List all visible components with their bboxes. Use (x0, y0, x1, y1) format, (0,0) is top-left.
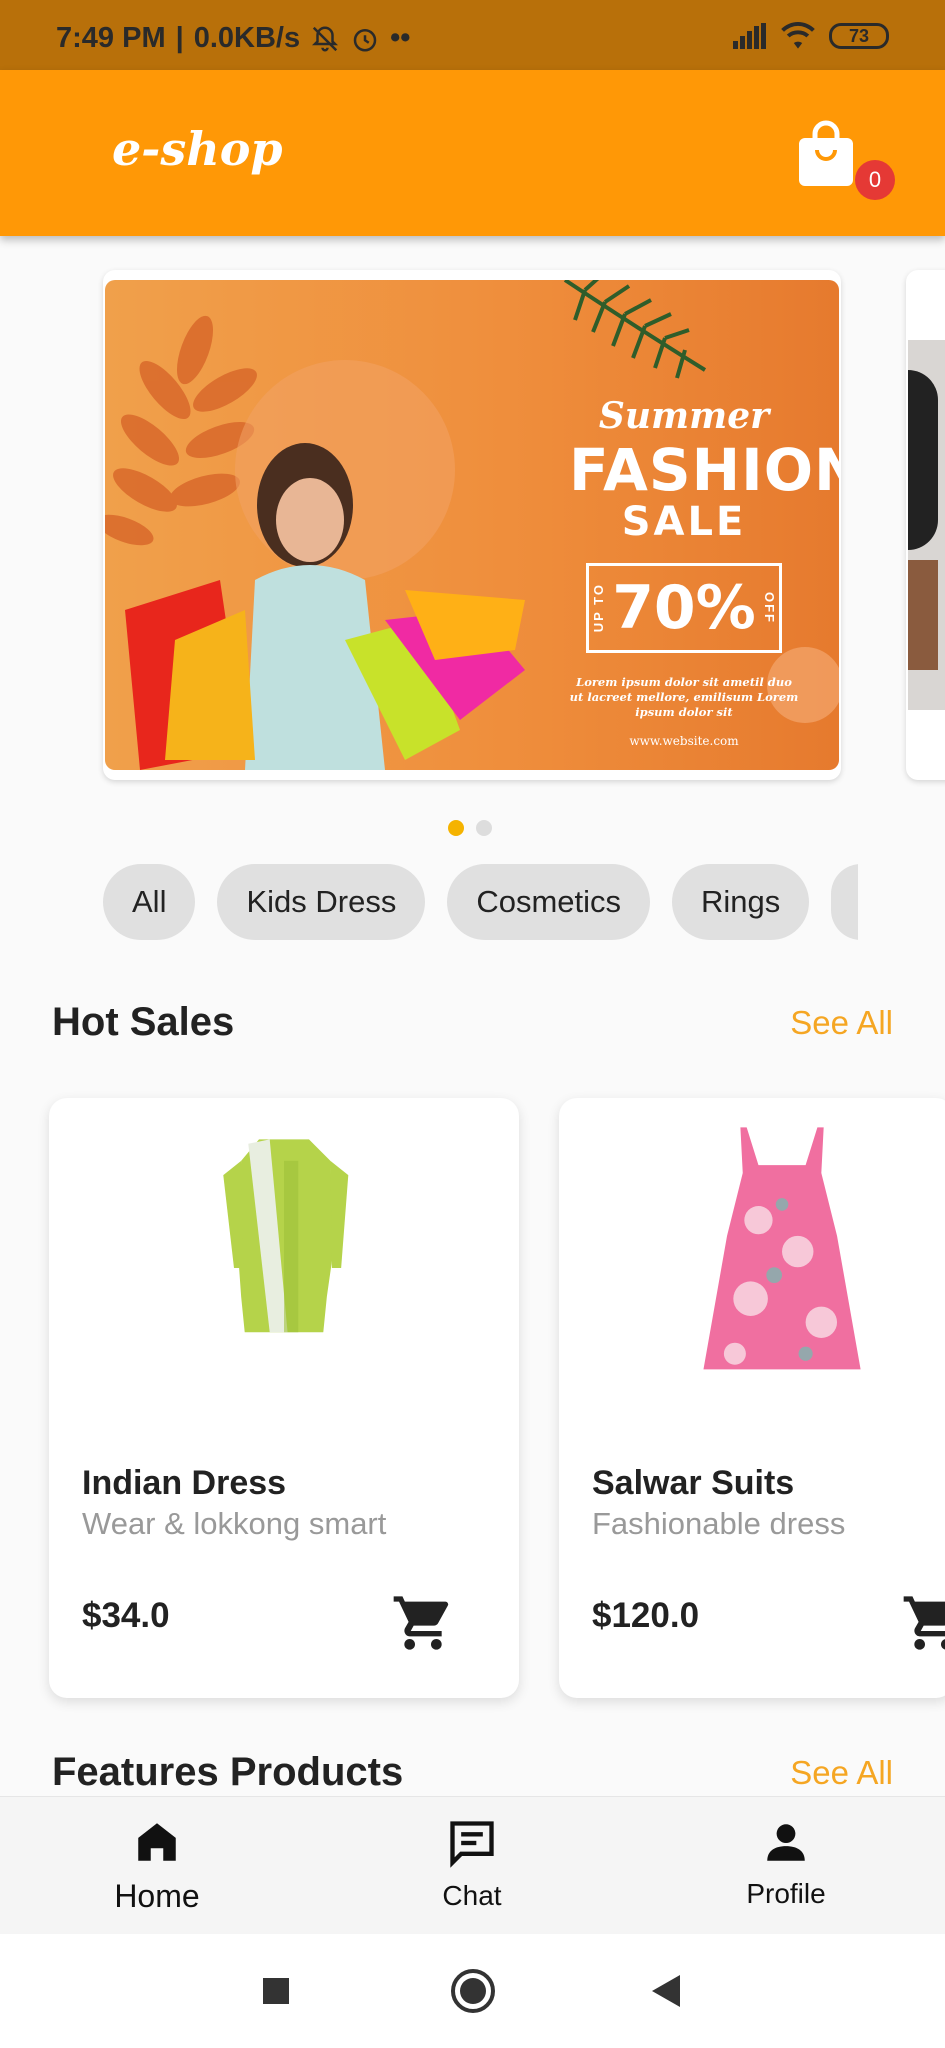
status-network-speed: 0.0KB/s (193, 22, 301, 54)
product-description: Wear & lokkong smart (82, 1506, 387, 1541)
signal-icon (733, 23, 766, 49)
chat-icon (450, 1821, 494, 1868)
banner-website: www.website.com (629, 733, 739, 748)
wifi-icon (781, 22, 815, 49)
status-dots: •• (390, 22, 411, 54)
battery-indicator: 73 (829, 23, 889, 49)
product-name: Indian Dress (82, 1464, 287, 1502)
banner-image: Summer FASHION SALE UP TO 70% OFF Lorem … (105, 280, 839, 770)
product-card[interactable]: Indian Dress Wear & lokkong smart $34.0 (49, 1098, 519, 1698)
status-left: 7:49 PM | 0.0KB/s •• (56, 22, 411, 54)
shopping-bag-icon[interactable] (795, 118, 857, 188)
nav-profile-label: Profile (746, 1878, 826, 1909)
recents-icon[interactable] (261, 1976, 291, 2006)
banner-off: OFF (761, 592, 777, 624)
system-navigation-bar (0, 1934, 945, 2048)
add-to-cart-icon[interactable] (389, 1591, 457, 1655)
app-bar: e-shop 0 (0, 70, 945, 236)
bell-off-icon (312, 25, 339, 51)
product-description: Fashionable dress (592, 1506, 846, 1541)
banner-percent: 70% (612, 573, 756, 643)
chip-all[interactable]: All (103, 864, 196, 940)
carousel-dot-active (448, 820, 464, 836)
product-name: Salwar Suits (592, 1464, 795, 1502)
banner-sale: SALE (621, 499, 747, 545)
back-icon[interactable] (648, 1973, 682, 2009)
product-image-indian-dress (223, 1139, 349, 1333)
cart-badge: 0 (855, 160, 895, 200)
product-image-salwar-suits (703, 1127, 861, 1370)
person-icon (767, 1824, 805, 1861)
banner-text: Summer FASHION SALE UP TO 70% OFF Lorem … (569, 395, 839, 748)
carousel-indicator (448, 820, 492, 836)
status-bar: 7:49 PM | 0.0KB/s •• 73 (0, 0, 945, 70)
app-logo: e-shop (112, 122, 283, 176)
product-card[interactable]: Salwar Suits Fashionable dress $120.0 (559, 1098, 945, 1698)
home-button-icon[interactable] (449, 1967, 497, 2015)
banner-up-to: UP TO (591, 583, 607, 633)
nav-profile[interactable]: Profile (716, 1817, 856, 1910)
features-products-title: Features Products (52, 1750, 404, 1794)
banner-fashion: FASHION (569, 436, 839, 504)
add-to-cart-icon[interactable] (899, 1591, 945, 1655)
banner-discount-box: UP TO 70% OFF (586, 563, 782, 653)
chip-more[interactable] (831, 864, 858, 940)
bottom-navigation: Home Chat Profile (0, 1796, 945, 1934)
nav-chat-label: Chat (442, 1880, 502, 1911)
features-see-all[interactable]: See All (790, 1754, 893, 1792)
category-chips: All Kids Dress Cosmetics Rings (103, 864, 858, 942)
status-right: 73 (733, 22, 889, 50)
hot-sales-see-all[interactable]: See All (790, 1004, 893, 1042)
product-price: $120.0 (592, 1596, 700, 1635)
hot-sales-title: Hot Sales (52, 1000, 235, 1044)
product-price: $34.0 (82, 1596, 170, 1635)
alarm-icon (353, 28, 377, 51)
nav-chat[interactable]: Chat (402, 1817, 542, 1912)
nav-home[interactable]: Home (87, 1817, 227, 1915)
banner-summer: Summer (598, 395, 770, 437)
chip-rings[interactable]: Rings (672, 864, 810, 940)
promo-banner-next[interactable] (906, 270, 945, 780)
status-time: 7:49 PM (56, 22, 166, 54)
nav-home-label: Home (114, 1878, 200, 1914)
home-icon (138, 1823, 176, 1861)
promo-banner[interactable]: Summer FASHION SALE UP TO 70% OFF Lorem … (103, 270, 841, 780)
carousel-dot (476, 820, 492, 836)
banner-body-text: Lorem ipsum dolor sit ametil duo ut lacr… (569, 675, 799, 719)
chip-kids-dress[interactable]: Kids Dress (217, 864, 426, 940)
chip-cosmetics[interactable]: Cosmetics (447, 864, 651, 940)
